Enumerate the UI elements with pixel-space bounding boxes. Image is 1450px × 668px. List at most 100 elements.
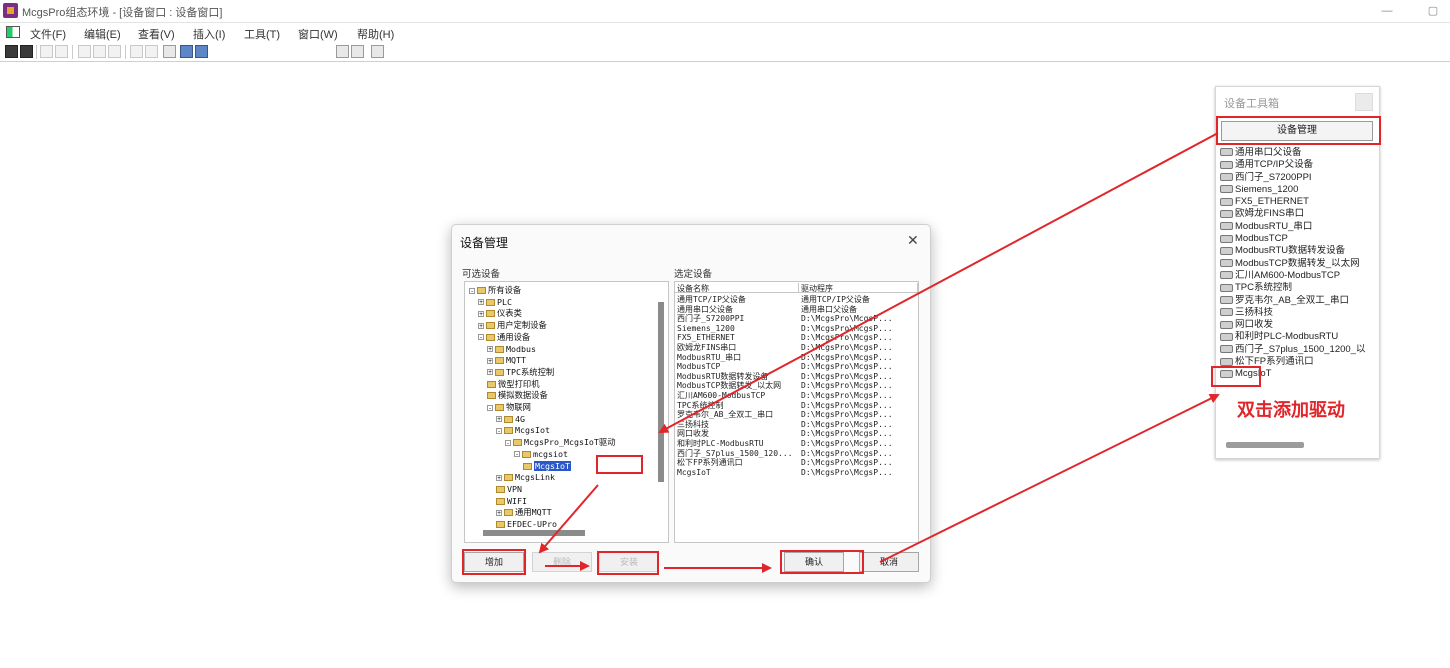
table-row[interactable]: 三扬科技 D:\McgsPro\McgsP...: [675, 420, 918, 430]
toolbox-device-item[interactable]: 松下FP系列通讯口: [1220, 356, 1378, 368]
align-right-icon[interactable]: [108, 45, 121, 58]
save-icon[interactable]: [20, 45, 33, 58]
tree-node[interactable]: + 仪表类: [478, 308, 522, 319]
selected-devices-table[interactable]: 设备名称 驱动程序 通用TCP/IP父设备 通用TCP/IP父设备 通用串口父设备通…: [674, 281, 919, 543]
toolbox-device-item[interactable]: 欧姆龙FINS串口: [1220, 208, 1378, 220]
table-row[interactable]: 通用串口父设备 通用串口父设备: [675, 305, 918, 315]
toolbox-device-item[interactable]: 网口收发: [1220, 319, 1378, 331]
toolbox-device-item[interactable]: 通用串口父设备: [1220, 147, 1378, 159]
device-manage-button[interactable]: 设备管理: [1221, 121, 1373, 141]
expand-icon[interactable]: +: [478, 299, 484, 306]
toolbox-device-item[interactable]: 西门子_S7200PPI: [1220, 172, 1378, 184]
collapse-icon[interactable]: -: [478, 334, 484, 341]
menu-tools[interactable]: 工具(T): [244, 26, 280, 42]
table-row[interactable]: 松下FP系列通讯口 D:\McgsPro\McgsP...: [675, 458, 918, 468]
device-icon[interactable]: [180, 45, 193, 58]
table-row[interactable]: 网口收发 D:\McgsPro\McgsP...: [675, 429, 918, 439]
tools-icon[interactable]: [163, 45, 176, 58]
table-row[interactable]: ModbusTCP D:\McgsPro\McgsP...: [675, 362, 918, 372]
toolbox-close-button[interactable]: [1355, 93, 1373, 111]
restore-button[interactable]: ▢: [1424, 3, 1442, 19]
expand-icon[interactable]: +: [478, 310, 484, 317]
expand-icon[interactable]: +: [496, 474, 502, 481]
toolbox-horizontal-scrollbar[interactable]: [1226, 442, 1304, 448]
tree-node[interactable]: - McgsIot: [496, 425, 550, 436]
confirm-button[interactable]: 确认: [784, 552, 844, 572]
tree-node[interactable]: + PLC: [478, 297, 512, 308]
tree-node[interactable]: WIFI: [496, 496, 527, 507]
dialog-close-icon[interactable]: ✕: [907, 232, 919, 249]
table-row[interactable]: TPC系统控制 D:\McgsPro\McgsP...: [675, 401, 918, 411]
tree-node[interactable]: 模拟数据设备: [487, 390, 548, 401]
collapse-icon[interactable]: -: [514, 451, 520, 458]
menu-help[interactable]: 帮助(H): [357, 26, 394, 42]
table-row[interactable]: McgsIoT D:\McgsPro\McgsP...: [675, 468, 918, 478]
toolbox-device-item[interactable]: McgsIoT: [1220, 368, 1378, 380]
table-row[interactable]: 西门子_S7plus_1500_120... D:\McgsPro\McgsP..…: [675, 449, 918, 459]
tree-node[interactable]: + MQTT: [487, 355, 526, 366]
copy-icon[interactable]: [55, 45, 68, 58]
toolbox-device-item[interactable]: ModbusTCP: [1220, 233, 1378, 245]
table-row[interactable]: 西门子_S7200PPI D:\McgsPro\McgsP...: [675, 314, 918, 324]
new-icon[interactable]: [5, 45, 18, 58]
toolbox-device-item[interactable]: ModbusTCP数据转发_以太网: [1220, 258, 1378, 270]
cancel-button[interactable]: 取消: [859, 552, 919, 572]
available-devices-tree[interactable]: - 所有设备 + PLC + 仪表类 + 用户定制设备 - 通用设备 + Modbus + MQTT + TP…: [464, 281, 669, 543]
document-icon[interactable]: [6, 26, 20, 38]
toolbox-device-item[interactable]: 西门子_S7plus_1500_1200_以: [1220, 344, 1378, 356]
table-row[interactable]: 罗克韦尔_AB_全双工_串口 D:\McgsPro\McgsP...: [675, 410, 918, 420]
toolbox-device-item[interactable]: ModbusRTU数据转发设备: [1220, 245, 1378, 257]
undo-icon[interactable]: [130, 45, 143, 58]
align-center-icon[interactable]: [93, 45, 106, 58]
toolbox-device-item[interactable]: Siemens_1200: [1220, 184, 1378, 196]
table-row[interactable]: ModbusTCP数据转发_以太网 D:\McgsPro\McgsP...: [675, 381, 918, 391]
tree-node[interactable]: - McgsPro_McgsIoT驱动: [505, 437, 616, 448]
tree-horizontal-scrollbar[interactable]: [483, 530, 585, 536]
tree-node[interactable]: + TPC系统控制: [487, 367, 554, 378]
tree-node[interactable]: + McgsLink: [496, 472, 555, 483]
tree-vertical-scrollbar[interactable]: [658, 302, 664, 482]
expand-icon[interactable]: +: [487, 346, 493, 353]
menu-edit[interactable]: 编辑(E): [84, 26, 121, 42]
table-row[interactable]: 汇川AM600-ModbusTCP D:\McgsPro\McgsP...: [675, 391, 918, 401]
install-button[interactable]: 安装: [599, 552, 659, 572]
table-row[interactable]: ModbusRTU数据转发设备 D:\McgsPro\McgsP...: [675, 372, 918, 382]
redo-icon[interactable]: [145, 45, 158, 58]
run-icon[interactable]: [351, 45, 364, 58]
toolbox-device-item[interactable]: 通用TCP/IP父设备: [1220, 159, 1378, 171]
table-row[interactable]: 通用TCP/IP父设备 通用TCP/IP父设备: [675, 295, 918, 305]
menu-window[interactable]: 窗口(W): [298, 26, 338, 42]
tree-node[interactable]: +4G: [496, 414, 525, 425]
tree-node[interactable]: 微型打印机: [487, 379, 540, 390]
menu-file[interactable]: 文件(F): [30, 26, 66, 42]
tree-node[interactable]: + 用户定制设备: [478, 320, 547, 331]
toolbox-device-item[interactable]: 汇川AM600-ModbusTCP: [1220, 270, 1378, 282]
add-button[interactable]: 增加: [464, 552, 524, 572]
column-header-driver[interactable]: 驱动程序: [799, 283, 918, 293]
expand-icon[interactable]: +: [478, 322, 484, 329]
cut-icon[interactable]: [40, 45, 53, 58]
toolbox-device-item[interactable]: 罗克韦尔_AB_全双工_串口: [1220, 295, 1378, 307]
minimize-button[interactable]: —: [1378, 3, 1396, 19]
table-row[interactable]: ModbusRTU_串口 D:\McgsPro\McgsP...: [675, 353, 918, 363]
menu-view[interactable]: 查看(V): [138, 26, 175, 42]
toolbox-device-item[interactable]: ModbusRTU_串口: [1220, 221, 1378, 233]
tree-node[interactable]: - mcgsiot: [514, 449, 568, 460]
table-row[interactable]: Siemens_1200 D:\McgsPro\McgsP...: [675, 324, 918, 334]
toolbox-device-item[interactable]: 三扬科技: [1220, 307, 1378, 319]
collapse-icon[interactable]: -: [505, 439, 511, 446]
expand-icon[interactable]: +: [496, 509, 502, 516]
tree-node[interactable]: - 通用设备: [478, 332, 530, 343]
toolbox-device-item[interactable]: TPC系统控制: [1220, 282, 1378, 294]
table-row[interactable]: 欧姆龙FINS串口 D:\McgsPro\McgsP...: [675, 343, 918, 353]
menu-insert[interactable]: 插入(I): [193, 26, 225, 42]
tree-node[interactable]: - 物联网: [487, 402, 531, 413]
table-row[interactable]: FX5_ETHERNET D:\McgsPro\McgsP...: [675, 333, 918, 343]
expand-icon[interactable]: +: [496, 416, 502, 423]
collapse-icon[interactable]: -: [469, 287, 475, 294]
remove-button[interactable]: 删除: [532, 552, 592, 572]
toolbox-device-item[interactable]: 和利时PLC-ModbusRTU: [1220, 331, 1378, 343]
collapse-icon[interactable]: -: [487, 404, 493, 411]
tree-node[interactable]: McgsIoT: [523, 460, 571, 472]
tree-node[interactable]: EFDEC-UPro: [496, 519, 557, 530]
